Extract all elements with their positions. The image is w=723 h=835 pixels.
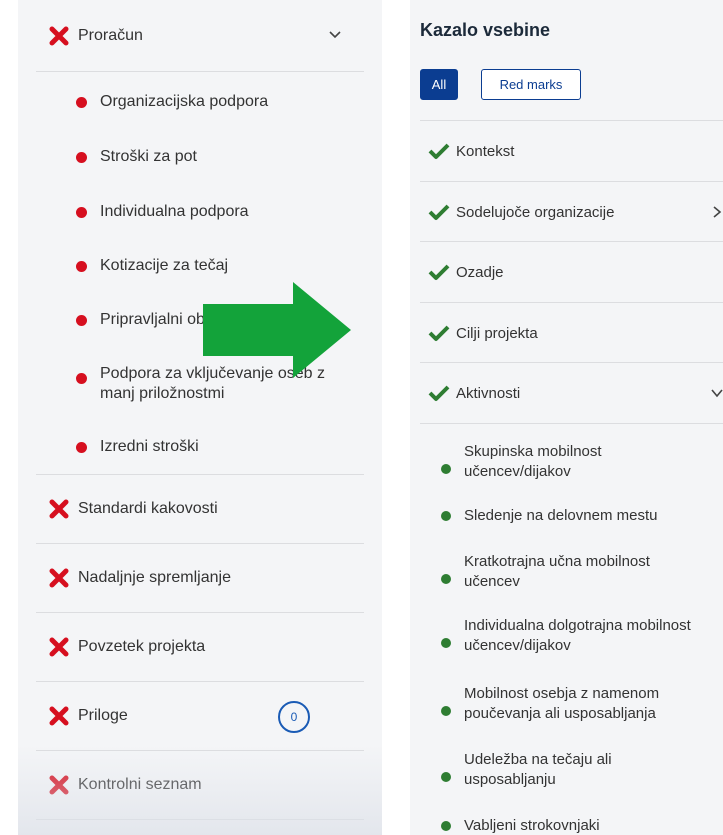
toc-section-participating-organisations[interactable]: Sodelujoče organizacije: [420, 182, 723, 242]
error-dot-icon: [76, 442, 87, 453]
nav-subitem-exceptional-costs[interactable]: Izredni stroški: [18, 437, 382, 457]
chevron-down-icon[interactable]: [328, 28, 342, 42]
nav-subitem-individual-support[interactable]: Individualna podpora: [18, 202, 382, 222]
nav-section-label: Kontrolni seznam: [78, 776, 202, 793]
toc-title: Kazalo vsebine: [420, 20, 551, 40]
x-icon: [49, 26, 69, 46]
error-dot-icon: [76, 207, 87, 218]
complete-dot-icon: [441, 464, 451, 474]
checkmark-icon: [428, 143, 450, 159]
nav-section-project-summary[interactable]: Povzetek projekta: [36, 613, 364, 681]
toc-activity-item[interactable]: Sledenje na delovnem mestu: [410, 506, 723, 526]
divider: [36, 819, 364, 820]
toc-activity-item[interactable]: Vabljeni strokovnjaki: [410, 816, 723, 835]
checkmark-icon: [428, 204, 450, 220]
left-navigation-panel: Proračun Organizacijska podpora Stroški …: [18, 0, 382, 835]
complete-dot-icon: [441, 821, 451, 831]
x-icon: [49, 568, 69, 588]
nav-subitem-organizational-support[interactable]: Organizacijska podpora: [18, 92, 382, 112]
complete-dot-icon: [441, 574, 451, 584]
nav-section-checklist[interactable]: Kontrolni seznam: [36, 751, 364, 819]
toc-activity-item[interactable]: Mobilnost osebja z namenom poučevanja ali…: [410, 684, 723, 724]
x-icon: [49, 499, 69, 519]
x-icon: [49, 775, 69, 795]
error-dot-icon: [76, 152, 87, 163]
chevron-down-icon[interactable]: [711, 387, 723, 399]
nav-section-budget[interactable]: Proračun: [36, 2, 364, 70]
filter-red-marks-button[interactable]: Red marks: [481, 69, 581, 100]
checkmark-icon: [428, 264, 450, 280]
complete-dot-icon: [441, 772, 451, 782]
nav-section-follow-up[interactable]: Nadaljnje spremljanje: [36, 544, 364, 612]
toc-section-project-objectives[interactable]: Cilji projekta: [420, 303, 723, 363]
x-icon: [49, 706, 69, 726]
toc-section-context[interactable]: Kontekst: [420, 121, 723, 181]
right-arrow-icon: [203, 282, 351, 378]
nav-subitem-travel-costs[interactable]: Stroški za pot: [18, 147, 382, 167]
toc-activity-item[interactable]: Kratkotrajna učna mobilnost učencev: [410, 552, 723, 592]
complete-dot-icon: [441, 706, 451, 716]
error-dot-icon: [76, 261, 87, 272]
nav-section-quality-standards[interactable]: Standardi kakovosti: [36, 475, 364, 543]
toc-activity-item[interactable]: Individualna dolgotrajna mobilnost učence…: [410, 616, 723, 656]
checkmark-icon: [428, 385, 450, 401]
nav-section-label: Priloge: [78, 707, 128, 724]
complete-dot-icon: [441, 511, 451, 521]
divider: [36, 71, 364, 72]
comparison-stage: Proračun Organizacijska podpora Stroški …: [0, 0, 723, 835]
complete-dot-icon: [441, 638, 451, 648]
nav-section-label: Nadaljnje spremljanje: [78, 569, 231, 586]
toc-activity-item[interactable]: Udeležba na tečaju ali usposabljanju: [410, 750, 723, 790]
error-dot-icon: [76, 97, 87, 108]
nav-section-annexes[interactable]: Priloge 0: [36, 682, 364, 750]
toc-activity-item[interactable]: Skupinska mobilnost učencev/dijakov: [410, 442, 723, 482]
toc-section-background[interactable]: Ozadje: [420, 242, 723, 302]
nav-section-label: Standardi kakovosti: [78, 500, 218, 517]
x-icon: [49, 637, 69, 657]
error-dot-icon: [76, 315, 87, 326]
table-of-contents-panel: Kazalo vsebine All Red marks Kontekst So…: [410, 0, 723, 835]
chevron-right-icon[interactable]: [711, 206, 723, 218]
nav-subitem-course-fees[interactable]: Kotizacije za tečaj: [18, 256, 382, 276]
checkmark-icon: [428, 325, 450, 341]
nav-section-label: Proračun: [78, 27, 143, 44]
nav-section-label: Povzetek projekta: [78, 638, 206, 655]
toc-section-activities[interactable]: Aktivnosti: [420, 363, 723, 423]
divider: [420, 423, 723, 424]
error-dot-icon: [76, 373, 87, 384]
count-badge: 0: [278, 701, 310, 733]
filter-all-button[interactable]: All: [420, 69, 458, 100]
